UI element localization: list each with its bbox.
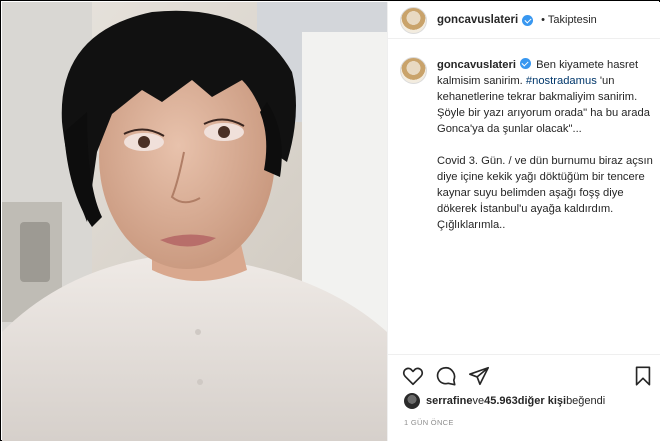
- heart-icon[interactable]: [402, 365, 424, 387]
- selfie-image: [2, 2, 387, 441]
- follow-status[interactable]: • Takiptesin: [541, 14, 597, 26]
- action-bar: [388, 354, 660, 394]
- caption-avatar[interactable]: [400, 57, 427, 84]
- comment-icon[interactable]: [435, 365, 457, 387]
- post-frame: goncavuslateri • Takiptesin goncavuslate…: [0, 0, 660, 441]
- post-side-panel: goncavuslateri • Takiptesin goncavuslate…: [387, 2, 660, 441]
- likes-text-mid: ve: [472, 395, 485, 407]
- verified-badge-icon: [522, 14, 534, 26]
- caption-text-3: Covid 3. Gün. / ve dün burnumu biraz açs…: [437, 155, 653, 231]
- hashtag-link[interactable]: #nostradamus: [526, 75, 597, 87]
- share-icon[interactable]: [468, 365, 490, 387]
- caption-username[interactable]: goncavuslateri: [437, 59, 516, 71]
- post-header: goncavuslateri • Takiptesin: [388, 2, 660, 39]
- likes-line: serrafine ve 45.963 diğer kişi beğendi: [404, 393, 605, 409]
- likes-count[interactable]: 45.963: [484, 395, 518, 407]
- caption-text: goncavuslateri Ben kiyamete hasret kalmi…: [437, 57, 656, 233]
- header-username[interactable]: goncavuslateri: [437, 14, 518, 26]
- liker-avatar[interactable]: [404, 393, 420, 409]
- verified-badge-icon: [519, 58, 531, 69]
- likes-suffix: beğendi: [566, 395, 606, 407]
- bookmark-icon[interactable]: [632, 365, 654, 387]
- likes-text-rest[interactable]: diğer kişi: [518, 395, 566, 407]
- post-timestamp[interactable]: 1 GÜN ÖNCE: [404, 418, 454, 427]
- liker-username[interactable]: serrafine: [426, 395, 472, 407]
- caption-block: goncavuslateri Ben kiyamete hasret kalmi…: [400, 57, 656, 233]
- avatar[interactable]: [400, 6, 427, 34]
- post-photo[interactable]: [2, 2, 387, 441]
